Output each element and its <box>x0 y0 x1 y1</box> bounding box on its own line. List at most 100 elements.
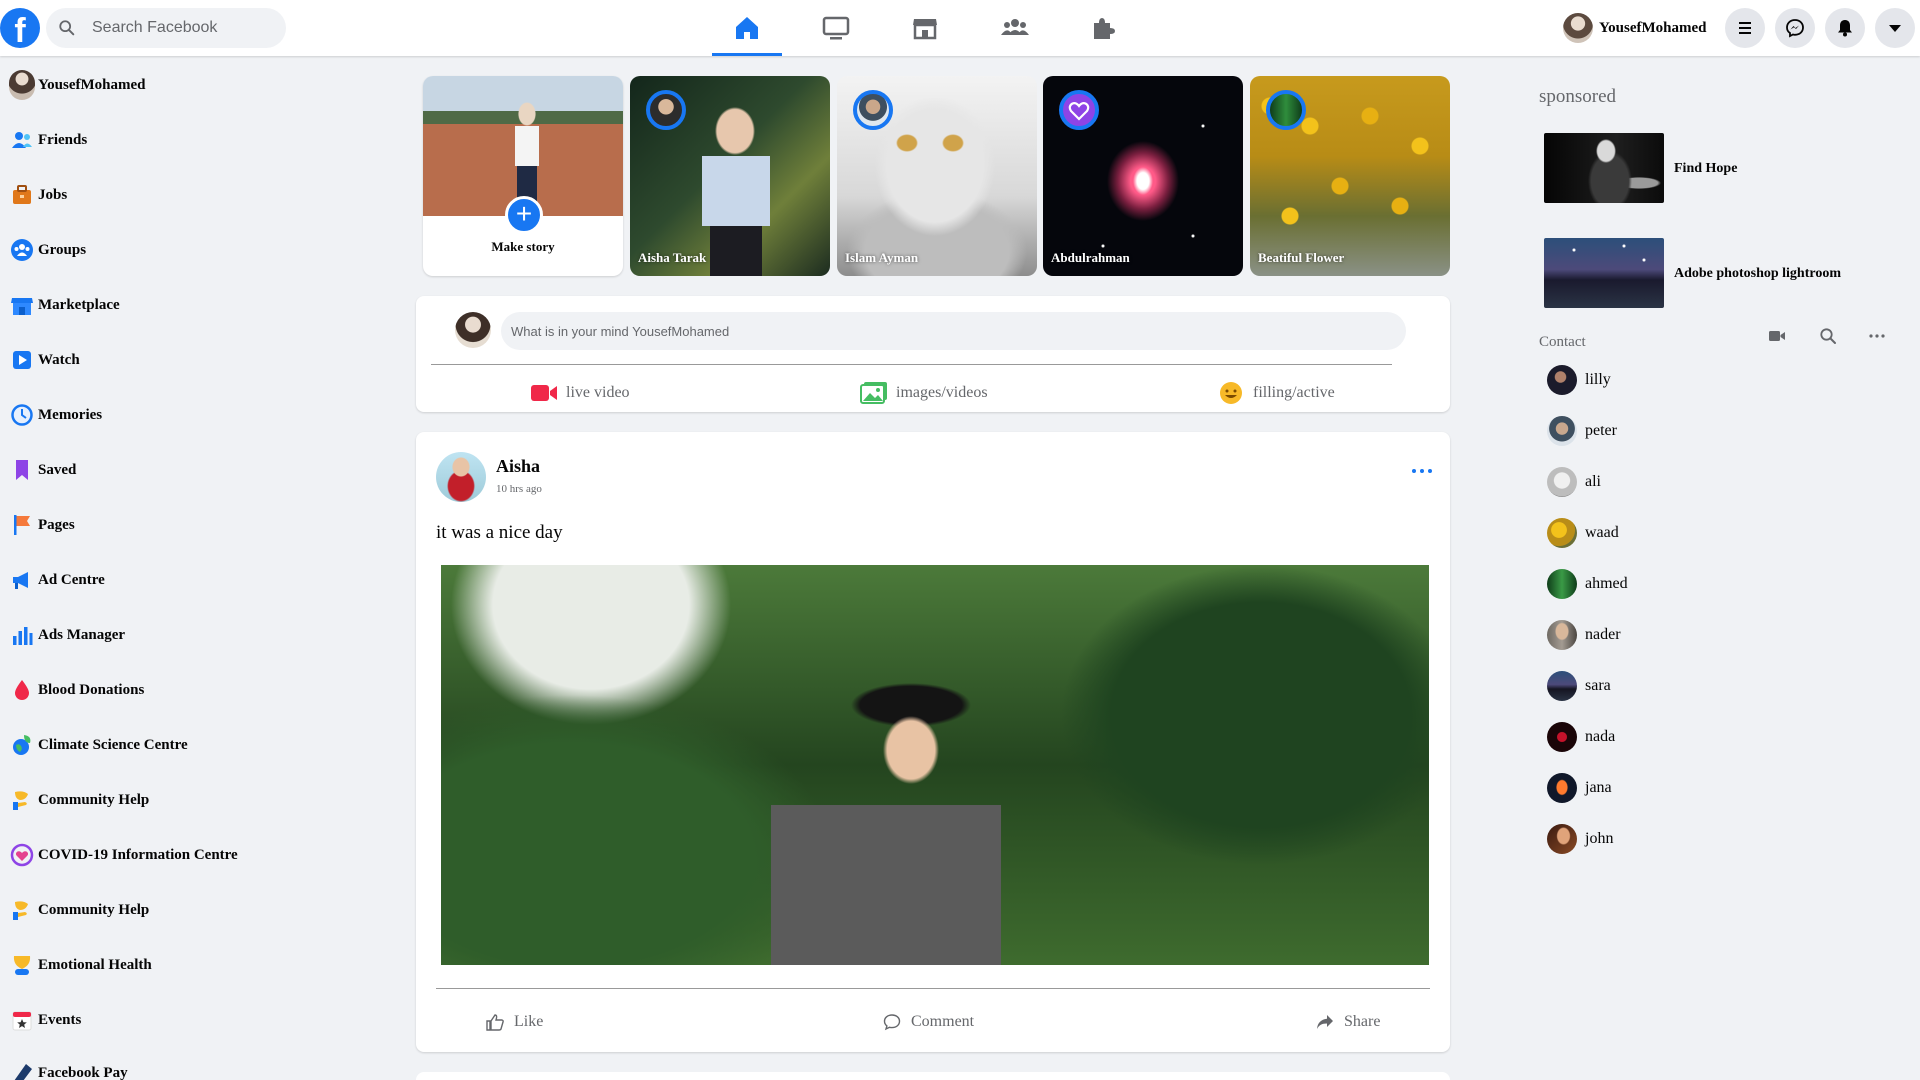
avatar <box>1547 467 1577 497</box>
share-icon <box>1317 1015 1333 1029</box>
sidebar-item-profile[interactable]: YousefMohamed <box>9 65 146 105</box>
sidebar-item-label: Ad Centre <box>38 571 105 588</box>
store-icon <box>11 298 33 315</box>
sidebar-item-groups[interactable]: Groups <box>10 230 86 270</box>
sidebar-item-label: Saved <box>38 461 77 478</box>
sponsored-ad[interactable]: Adobe photoshop lightroom <box>1544 237 1844 309</box>
account-menu-button[interactable] <box>1875 8 1915 48</box>
home-icon <box>736 17 758 39</box>
story-card[interactable]: Beatiful Flower <box>1250 76 1450 276</box>
sidebar-item-label: Groups <box>38 241 87 258</box>
sidebar-item-label: Events <box>38 1011 82 1028</box>
story-card[interactable]: Abdulrahman <box>1043 76 1243 276</box>
story-photo <box>423 76 623 216</box>
contact-item[interactable]: nader <box>1547 619 1621 651</box>
contact-item[interactable]: jana <box>1547 772 1612 804</box>
sidebar-item-friends[interactable]: Friends <box>10 120 87 160</box>
contact-name: jana <box>1585 779 1612 796</box>
sidebar-item-covid-19-information-centre[interactable]: COVID-19 Information Centre <box>10 835 238 875</box>
add-story-button[interactable]: + <box>505 196 543 234</box>
nav-tab-marketplace[interactable] <box>890 0 960 56</box>
sidebar-item-blood-donations[interactable]: Blood Donations <box>10 670 144 710</box>
smiley-icon <box>1220 382 1242 404</box>
sidebar-item-ads-manager[interactable]: Ads Manager <box>10 615 125 655</box>
pay-icon <box>14 1064 32 1080</box>
sidebar-item-label: Marketplace <box>38 296 120 313</box>
nav-tab-watch[interactable] <box>801 0 871 56</box>
messenger-button[interactable] <box>1775 8 1815 48</box>
avatar <box>1547 416 1577 446</box>
sidebar-item-emotional-health[interactable]: Emotional Health <box>10 945 152 985</box>
make-story-card[interactable]: + Make story <box>423 76 623 276</box>
contact-item[interactable]: john <box>1547 823 1613 855</box>
contact-item[interactable]: peter <box>1547 415 1617 447</box>
sidebar-item-memories[interactable]: Memories <box>10 395 102 435</box>
sponsored-ad[interactable]: Find Hope <box>1544 132 1844 204</box>
contact-name: nader <box>1585 626 1621 643</box>
contact-name: sara <box>1585 677 1611 694</box>
sidebar-item-facebook-pay[interactable]: Facebook Pay <box>10 1053 128 1080</box>
nav-tab-groups[interactable] <box>980 0 1050 56</box>
post-photo[interactable] <box>441 565 1429 965</box>
sidebar-item-events[interactable]: Events <box>10 1000 81 1040</box>
share-button[interactable]: Share <box>1316 1007 1380 1037</box>
composer-input[interactable] <box>501 312 1406 350</box>
ad-title: Find Hope <box>1674 160 1738 176</box>
contact-item[interactable]: ahmed <box>1547 568 1628 600</box>
post-author-name[interactable]: Aisha <box>496 456 540 477</box>
like-label: Like <box>514 1013 544 1030</box>
post-author-avatar[interactable] <box>436 452 486 502</box>
sidebar-item-community-help[interactable]: Community Help <box>10 780 149 820</box>
avatar <box>1547 773 1577 803</box>
story-card[interactable]: Islam Ayman <box>837 76 1037 276</box>
friends-icon <box>12 132 32 148</box>
sidebar-item-label: Memories <box>38 406 103 423</box>
bell-icon <box>1838 20 1852 37</box>
sidebar-item-marketplace[interactable]: Marketplace <box>10 285 120 325</box>
contact-item[interactable]: nada <box>1547 721 1615 753</box>
post-timestamp[interactable]: 10 hrs ago <box>496 483 542 495</box>
facebook-logo[interactable]: f <box>0 8 40 48</box>
live-video-button[interactable]: live video <box>530 378 630 408</box>
feeling-activity-button[interactable]: filling/active <box>1217 378 1335 408</box>
sidebar-item-climate-science-centre[interactable]: Climate Science Centre <box>10 725 188 765</box>
sidebar-item-label: Emotional Health <box>38 956 152 973</box>
contacts-more-button[interactable] <box>1866 325 1888 347</box>
feed-post: Aisha 10 hrs ago it was a nice day Like … <box>416 432 1450 1052</box>
sidebar-item-label: Jobs <box>38 186 68 203</box>
story-name: Abdulrahman <box>1051 250 1130 265</box>
story-name: Beatiful Flower <box>1258 250 1345 265</box>
sidebar-item-community-help[interactable]: Community Help <box>10 890 149 930</box>
contact-item[interactable]: ali <box>1547 466 1601 498</box>
bookmark-icon <box>16 460 28 480</box>
search-input[interactable] <box>80 8 276 48</box>
store-icon <box>913 19 937 40</box>
contacts-video-button[interactable] <box>1766 325 1788 347</box>
contact-item[interactable]: waad <box>1547 517 1619 549</box>
video-camera-icon <box>1769 331 1785 341</box>
header-profile-chip[interactable]: YousefMohamed <box>1563 12 1707 44</box>
avatar <box>1547 518 1577 548</box>
post-more-button[interactable] <box>1412 466 1432 476</box>
sidebar-item-watch[interactable]: Watch <box>10 340 80 380</box>
sidebar-item-label: Community Help <box>38 791 150 808</box>
contacts-search-button[interactable] <box>1817 325 1839 347</box>
contact-name: ali <box>1585 473 1601 490</box>
sidebar-item-pages[interactable]: Pages <box>10 505 75 545</box>
search-box[interactable] <box>46 8 286 48</box>
images-videos-button[interactable]: images/videos <box>860 378 988 408</box>
nav-tab-home[interactable] <box>712 0 782 56</box>
sidebar-item-saved[interactable]: Saved <box>10 450 76 490</box>
notifications-button[interactable] <box>1825 8 1865 48</box>
like-button[interactable]: Like <box>486 1007 543 1037</box>
contact-item[interactable]: sara <box>1547 670 1611 702</box>
menu-button[interactable] <box>1725 8 1765 48</box>
contact-item[interactable]: lilly <box>1547 364 1611 396</box>
emotional-health-icon <box>13 956 31 975</box>
story-card[interactable]: Aisha Tarak <box>630 76 830 276</box>
comment-button[interactable]: Comment <box>883 1007 974 1037</box>
sidebar-item-ad-centre[interactable]: Ad Centre <box>10 560 105 600</box>
sidebar-item-jobs[interactable]: Jobs <box>10 175 67 215</box>
sidebar-item-label: Friends <box>38 131 88 148</box>
nav-tab-gaming[interactable] <box>1068 0 1138 56</box>
